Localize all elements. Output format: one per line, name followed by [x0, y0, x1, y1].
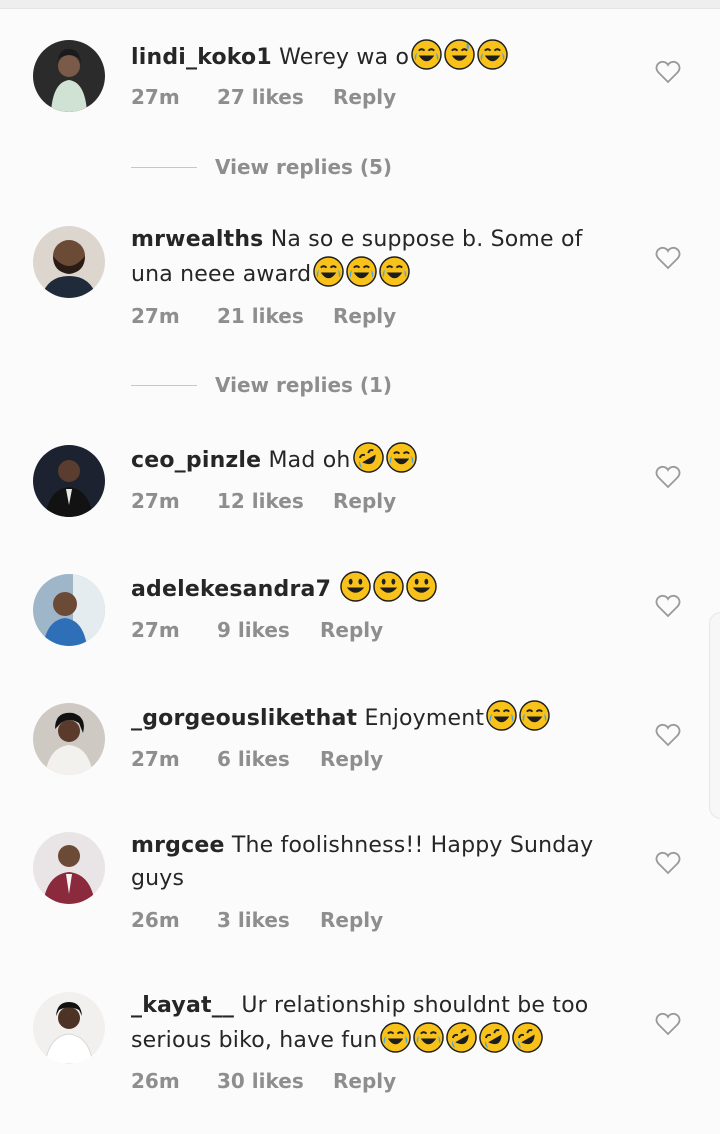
- divider-line: [131, 167, 197, 168]
- face-with-tears-of-joy-icon: [486, 700, 517, 731]
- heart-outline-icon[interactable]: [655, 723, 681, 747]
- emoji-group: [486, 700, 550, 731]
- face-with-tears-of-joy-icon: [346, 256, 378, 287]
- heart-outline-icon[interactable]: [655, 60, 681, 84]
- reply-button[interactable]: Reply: [320, 618, 383, 642]
- heart-outline-icon[interactable]: [655, 465, 681, 489]
- grinning-face-icon: [340, 571, 372, 602]
- comment-text: Ur relationship shouldnt be too: [241, 993, 589, 1018]
- reply-button[interactable]: Reply: [333, 85, 396, 109]
- comment-text: Enjoyment: [364, 706, 485, 731]
- face-with-tears-of-joy-icon: [379, 256, 411, 287]
- emoji-group: [340, 571, 438, 602]
- face-with-tears-of-joy-icon: [385, 442, 417, 473]
- grinning-face-icon: [373, 571, 405, 602]
- comment-text-continued: serious biko, have fun: [131, 1028, 378, 1053]
- heart-outline-icon[interactable]: [655, 1012, 681, 1036]
- avatar[interactable]: [33, 40, 105, 112]
- heart-outline-icon[interactable]: [655, 594, 681, 618]
- emoji-group: [313, 256, 411, 287]
- comment-username[interactable]: mrgcee: [131, 833, 225, 858]
- avatar[interactable]: [33, 445, 105, 517]
- face-with-tears-of-joy-icon: [519, 700, 550, 731]
- comment-time: 27m: [131, 85, 180, 109]
- comment-likes[interactable]: 12 likes: [217, 489, 304, 513]
- heart-outline-icon[interactable]: [655, 246, 681, 270]
- emoji-group: [352, 442, 417, 473]
- avatar[interactable]: [33, 574, 105, 646]
- comment-username[interactable]: ceo_pinzle: [131, 448, 261, 473]
- reply-button[interactable]: Reply: [320, 908, 383, 932]
- rolling-on-floor-laughing-icon: [478, 1022, 510, 1053]
- comment-text: Werey wa o: [279, 45, 410, 70]
- face-with-tears-of-joy-icon: [477, 39, 508, 70]
- rolling-on-floor-laughing-icon: [445, 1022, 477, 1053]
- comment-time: 26m: [131, 908, 180, 932]
- divider-line: [131, 385, 197, 386]
- comment-text-continued: una neee award: [131, 262, 312, 287]
- emoji-group: [379, 1022, 543, 1053]
- face-with-tears-of-joy-icon: [379, 1022, 411, 1053]
- view-replies-label: View replies (5): [215, 155, 393, 179]
- comment-time: 26m: [131, 1069, 180, 1093]
- comment-likes[interactable]: 27 likes: [217, 85, 304, 109]
- grinning-face-icon: [406, 571, 438, 602]
- comment-likes[interactable]: 9 likes: [217, 618, 290, 642]
- face-with-tears-of-joy-icon: [412, 1022, 444, 1053]
- comment-likes[interactable]: 6 likes: [217, 747, 290, 771]
- reply-button[interactable]: Reply: [333, 304, 396, 328]
- comment-likes[interactable]: 30 likes: [217, 1069, 304, 1093]
- scrollbar[interactable]: [709, 612, 720, 819]
- avatar[interactable]: [33, 832, 105, 904]
- top-divider: [0, 0, 720, 9]
- comment-likes[interactable]: 3 likes: [217, 908, 290, 932]
- comment-username[interactable]: mrwealths: [131, 227, 263, 252]
- comment-text: The foolishness!! Happy Sunday: [231, 833, 594, 858]
- comment-time: 27m: [131, 747, 180, 771]
- comment-time: 27m: [131, 304, 180, 328]
- reply-button[interactable]: Reply: [333, 489, 396, 513]
- reply-button[interactable]: Reply: [320, 747, 383, 771]
- comment-text: Mad oh: [268, 448, 351, 473]
- rolling-on-floor-laughing-icon: [511, 1022, 543, 1053]
- reply-button[interactable]: Reply: [333, 1069, 396, 1093]
- comment-time: 27m: [131, 618, 180, 642]
- rolling-on-floor-laughing-icon: [352, 442, 384, 473]
- grinning-face-with-sweat-icon: [444, 39, 475, 70]
- heart-outline-icon[interactable]: [655, 851, 681, 875]
- comment-username[interactable]: _gorgeouslikethat: [131, 706, 357, 731]
- face-with-tears-of-joy-icon: [313, 256, 345, 287]
- emoji-group: [411, 39, 508, 70]
- comment-time: 27m: [131, 489, 180, 513]
- comment-likes[interactable]: 21 likes: [217, 304, 304, 328]
- avatar[interactable]: [33, 992, 105, 1064]
- avatar[interactable]: [33, 703, 105, 775]
- comment-username[interactable]: lindi_koko1: [131, 45, 272, 70]
- comment-username[interactable]: _kayat__: [131, 993, 234, 1018]
- view-replies-label: View replies (1): [215, 373, 393, 397]
- comment-text-continued: guys: [131, 866, 185, 891]
- comment-username[interactable]: adelekesandra7: [131, 577, 331, 602]
- comment-text: Na so e suppose b. Some of: [270, 227, 583, 252]
- face-with-tears-of-joy-icon: [411, 39, 442, 70]
- avatar[interactable]: [33, 226, 105, 298]
